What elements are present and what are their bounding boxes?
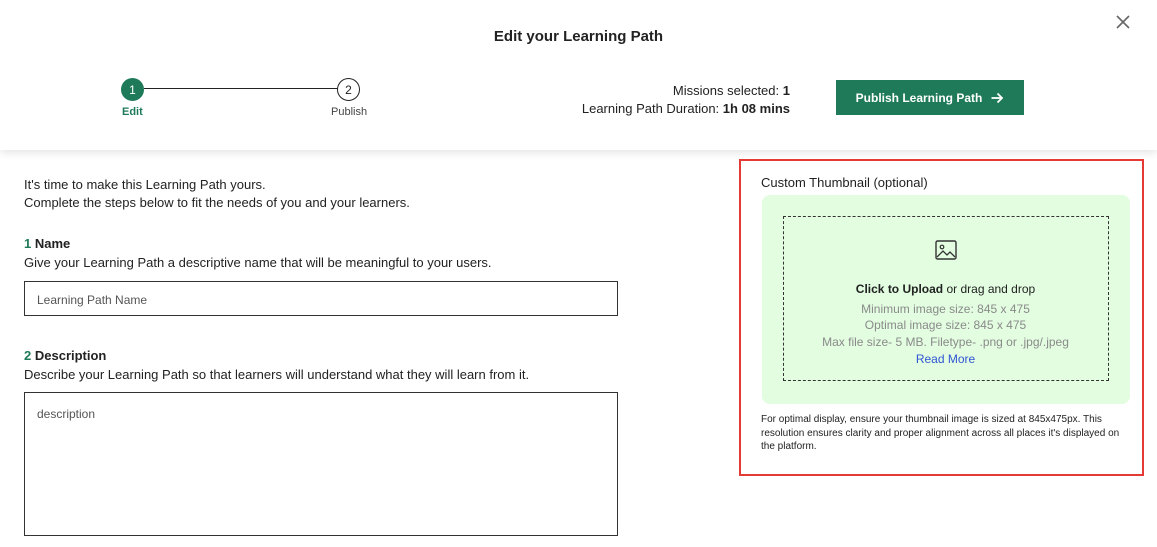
upload-dropzone[interactable]: Click to Upload or drag and drop Minimum… xyxy=(783,216,1109,381)
min-image-size: Minimum image size: 845 x 475 xyxy=(861,302,1030,316)
learning-path-name-input[interactable]: Learning Path Name xyxy=(24,281,618,316)
step-edit-circle[interactable]: 1 xyxy=(121,78,144,101)
optimal-image-size: Optimal image size: 845 x 475 xyxy=(864,318,1027,332)
intro-line-1: It's time to make this Learning Path you… xyxy=(24,177,266,192)
publish-learning-path-button[interactable]: Publish Learning Path xyxy=(836,80,1024,115)
publish-button-label: Publish Learning Path xyxy=(855,90,983,105)
description-section-heading: 2 Description xyxy=(24,348,106,363)
duration-label: Learning Path Duration: xyxy=(581,101,720,116)
drag-drop-text: or drag and drop xyxy=(943,282,1036,296)
intro-line-2: Complete the steps below to fit the need… xyxy=(24,195,410,210)
description-section-number: 2 xyxy=(24,348,32,363)
page-title: Edit your Learning Path xyxy=(493,28,664,45)
step-publish-circle[interactable]: 2 xyxy=(337,78,360,101)
custom-thumbnail-panel: Custom Thumbnail (optional) Click to Upl… xyxy=(739,159,1144,476)
step-edit-label: Edit xyxy=(122,106,143,118)
name-section-number: 1 xyxy=(24,236,32,251)
read-more-link[interactable]: Read More xyxy=(784,352,1107,366)
missions-selected: Missions selected: 1 xyxy=(540,82,790,100)
stepper-line xyxy=(144,88,350,89)
path-duration: Learning Path Duration: 1h 08 mins xyxy=(540,100,790,118)
duration-value: 1h 08 mins xyxy=(722,101,790,116)
description-section-title: Description xyxy=(34,348,107,363)
thumbnail-title: Custom Thumbnail (optional) xyxy=(761,175,928,190)
close-icon[interactable] xyxy=(1113,12,1133,32)
arrow-right-icon xyxy=(991,92,1004,103)
progress-stepper: 1 2 Edit Publish xyxy=(120,78,370,120)
description-textarea[interactable]: description xyxy=(24,392,618,536)
name-section-title: Name xyxy=(34,236,71,251)
missions-label: Missions selected: xyxy=(672,83,780,98)
intro-text: It's time to make this Learning Path you… xyxy=(24,176,410,212)
path-stats: Missions selected: 1 Learning Path Durat… xyxy=(540,82,790,118)
upload-area-background: Click to Upload or drag and drop Minimum… xyxy=(762,195,1130,404)
name-section-heading: 1 Name xyxy=(24,236,70,251)
upload-instruction: Click to Upload or drag and drop xyxy=(784,282,1107,296)
file-size-info: Max file size- 5 MB. Filetype- .png or .… xyxy=(822,335,1069,349)
missions-value: 1 xyxy=(782,83,790,98)
thumbnail-note: For optimal display, ensure your thumbna… xyxy=(761,414,1120,452)
name-section-description: Give your Learning Path a descriptive na… xyxy=(24,255,492,270)
step-publish-label: Publish xyxy=(331,106,368,118)
click-to-upload-link[interactable]: Click to Upload xyxy=(856,282,943,296)
modal-header: Edit your Learning Path 1 2 Edit Publish… xyxy=(0,0,1157,150)
description-section-description: Describe your Learning Path so that lear… xyxy=(24,367,530,382)
image-icon xyxy=(935,240,957,260)
